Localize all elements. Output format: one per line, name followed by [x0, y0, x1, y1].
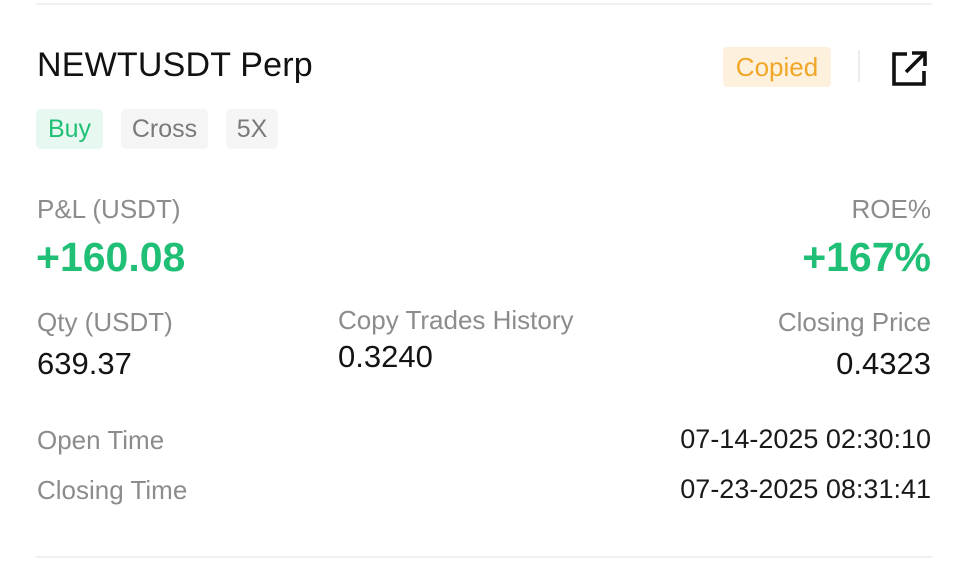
side-tag-buy: Buy: [36, 109, 103, 149]
symbol-title: NEWTUSDT Perp: [37, 46, 313, 84]
roe-label: ROE%: [851, 194, 931, 224]
top-divider: [36, 3, 932, 5]
bottom-divider: [36, 556, 932, 558]
leverage-tag: 5X: [226, 109, 278, 149]
closing-time-value: 07-23-2025 08:31:41: [680, 474, 931, 504]
copy-trades-label: Copy Trades History: [338, 305, 574, 335]
copied-badge: Copied: [723, 47, 831, 87]
qty-value: 639.37: [37, 346, 132, 381]
closing-time-label: Closing Time: [37, 475, 188, 505]
closing-price-label: Closing Price: [777, 307, 931, 337]
share-external-icon[interactable]: [890, 48, 930, 88]
header-separator: [858, 50, 860, 82]
trade-history-card: NEWTUSDT Perp Copied Buy Cross 5X P&L (U…: [0, 0, 968, 566]
copy-trades-value: 0.3240: [338, 339, 433, 374]
open-time-label: Open Time: [37, 425, 165, 455]
margin-mode-tag: Cross: [121, 109, 208, 149]
pnl-value: +160.08: [36, 234, 186, 280]
share-external-icon-svg: [892, 51, 927, 86]
qty-label: Qty (USDT): [37, 307, 173, 337]
roe-value: +167%: [802, 234, 931, 280]
open-time-value: 07-14-2025 02:30:10: [680, 424, 931, 454]
closing-price-value: 0.4323: [836, 346, 931, 381]
pnl-label: P&L (USDT): [37, 194, 181, 224]
